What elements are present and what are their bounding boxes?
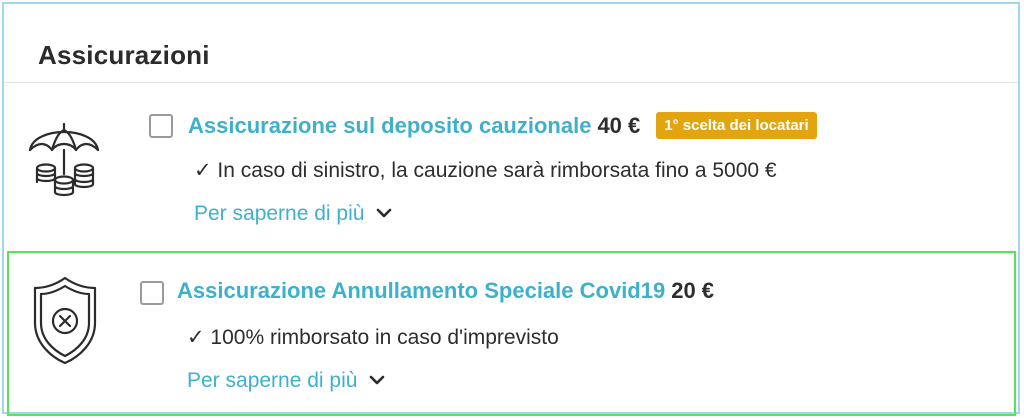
covid-insurance-name[interactable]: Assicurazione Annullamento Speciale Covi… xyxy=(177,278,665,303)
deposit-insurance-name[interactable]: Assicurazione sul deposito cauzionale xyxy=(188,113,591,138)
covid-insurance-price: 20 € xyxy=(671,278,715,303)
deposit-insurance-price: 40 € xyxy=(597,113,641,138)
section-title: Assicurazioni xyxy=(38,40,210,70)
chevron-down-icon xyxy=(369,367,385,391)
more-link-label: Per saperne di più xyxy=(194,202,365,225)
umbrella-coins-icon xyxy=(26,112,102,198)
covid-insurance-heading: Assicurazione Annullamento Speciale Covi… xyxy=(177,278,714,304)
covid-insurance-more-link[interactable]: Per saperne di più xyxy=(187,367,385,393)
deposit-insurance-heading: Assicurazione sul deposito cauzionale 40 … xyxy=(188,112,817,139)
insurance-option-deposit: Assicurazione sul deposito cauzionale 40 … xyxy=(4,84,1018,250)
shield-x-icon xyxy=(31,275,99,367)
recommended-badge: 1° scelta dei locatari xyxy=(656,112,817,139)
deposit-insurance-checkbox[interactable] xyxy=(149,114,173,138)
insurance-panel: Assicurazioni Assicurazione sul deposito… xyxy=(2,2,1020,416)
deposit-insurance-more-link[interactable]: Per saperne di più xyxy=(194,200,392,226)
chevron-down-icon xyxy=(376,200,392,224)
insurance-option-covid: Assicurazione Annullamento Speciale Covi… xyxy=(7,251,1016,416)
more-link-label: Per saperne di più xyxy=(187,369,358,392)
covid-insurance-description: ✓ 100% rimborsato in caso d'imprevisto xyxy=(187,326,559,349)
deposit-insurance-description: ✓ In caso di sinistro, la cauzione sarà … xyxy=(194,159,777,182)
divider xyxy=(4,82,1018,83)
covid-insurance-checkbox[interactable] xyxy=(140,281,164,305)
